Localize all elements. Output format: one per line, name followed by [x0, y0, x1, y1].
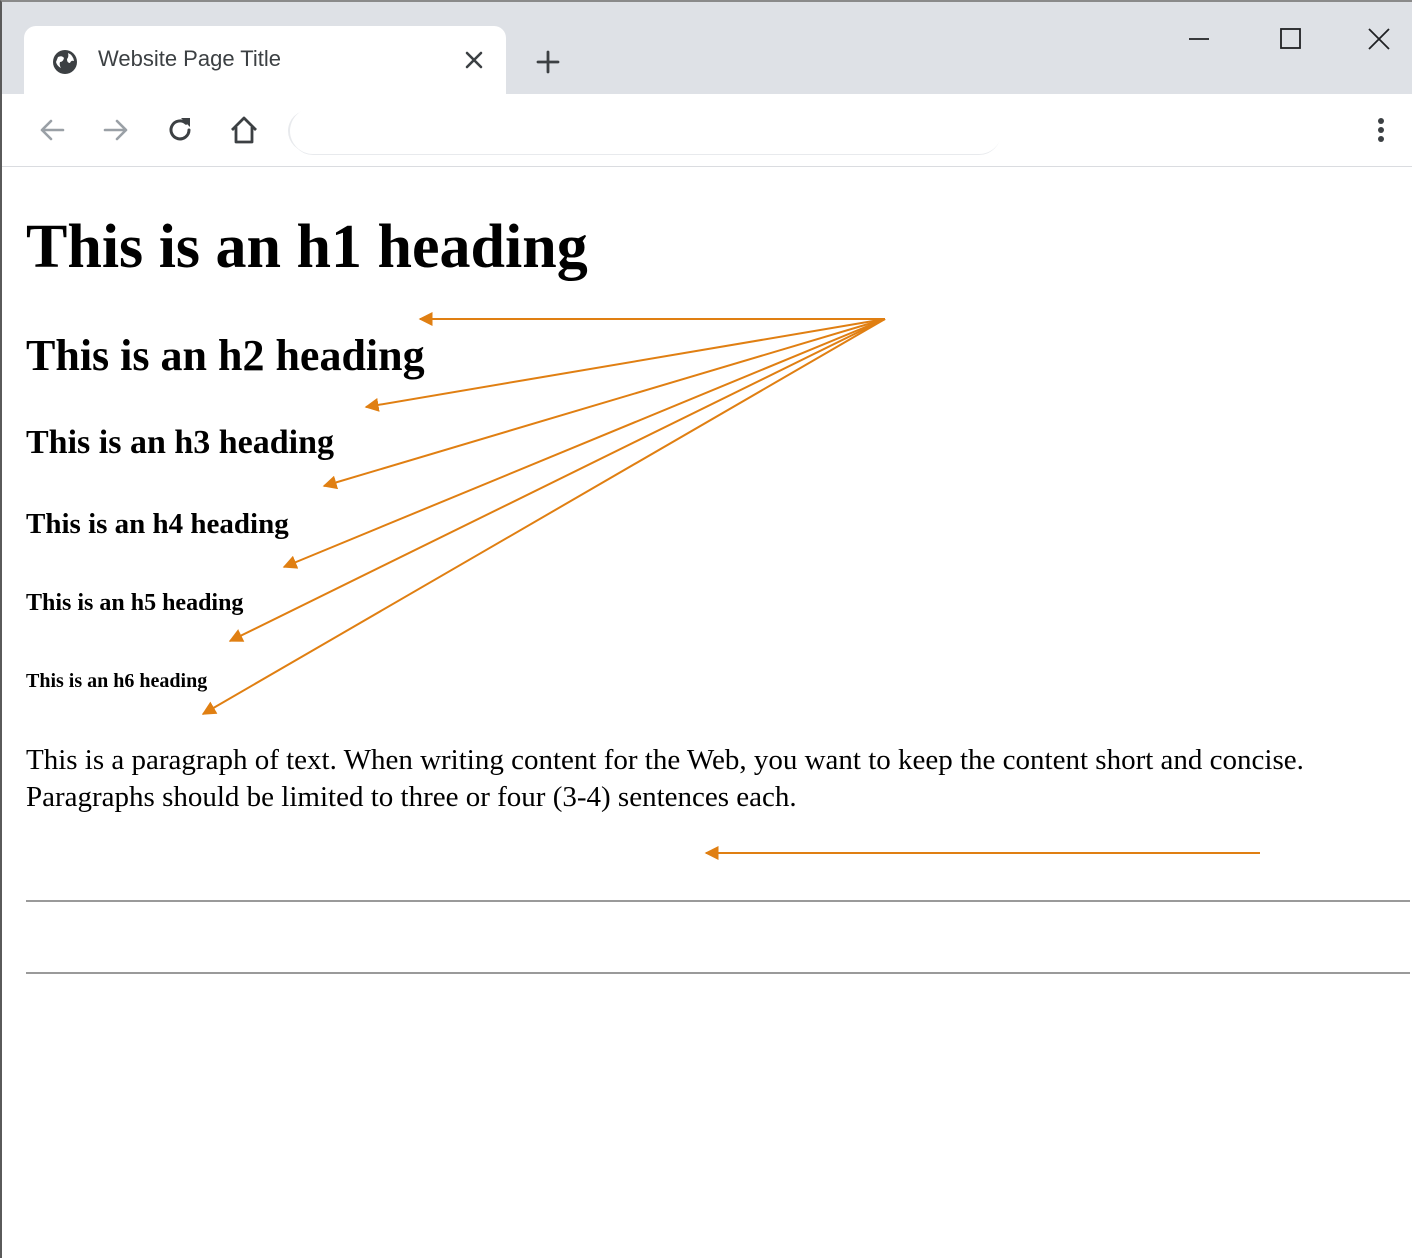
close-window-icon[interactable] [1366, 26, 1392, 52]
home-icon[interactable] [228, 114, 260, 146]
h6-heading: This is an h6 heading [26, 670, 208, 692]
vertical-dots-icon[interactable] [1366, 114, 1396, 146]
close-icon[interactable] [462, 48, 486, 72]
reload-icon[interactable] [164, 114, 196, 146]
h5-heading: This is an h5 heading [26, 590, 244, 616]
browser-window: Website Page Title This is an h1 heading… [0, 0, 1412, 1258]
horizontal-rule [26, 972, 1410, 974]
h1-heading: This is an h1 heading [26, 213, 588, 281]
plus-icon[interactable] [534, 48, 562, 76]
horizontal-rule [26, 900, 1410, 902]
tab-title: Website Page Title [98, 46, 282, 71]
browser-tab[interactable]: Website Page Title [24, 26, 506, 94]
paragraph: This is a paragraph of text. When writin… [26, 744, 1304, 813]
globe-icon [53, 50, 77, 74]
maximize-icon[interactable] [1278, 26, 1304, 52]
h4-heading: This is an h4 heading [26, 508, 289, 540]
title-bar: Website Page Title [2, 2, 1412, 94]
h2-heading: This is an h2 heading [26, 331, 425, 380]
page-content: This is an h1 heading This is an h2 head… [26, 168, 1410, 1258]
back-arrow-icon[interactable] [36, 114, 68, 146]
minimize-icon[interactable] [1186, 26, 1212, 52]
forward-arrow-icon[interactable] [100, 114, 132, 146]
h3-heading: This is an h3 heading [26, 424, 335, 461]
toolbar [2, 94, 1412, 167]
address-bar[interactable] [290, 108, 1002, 154]
